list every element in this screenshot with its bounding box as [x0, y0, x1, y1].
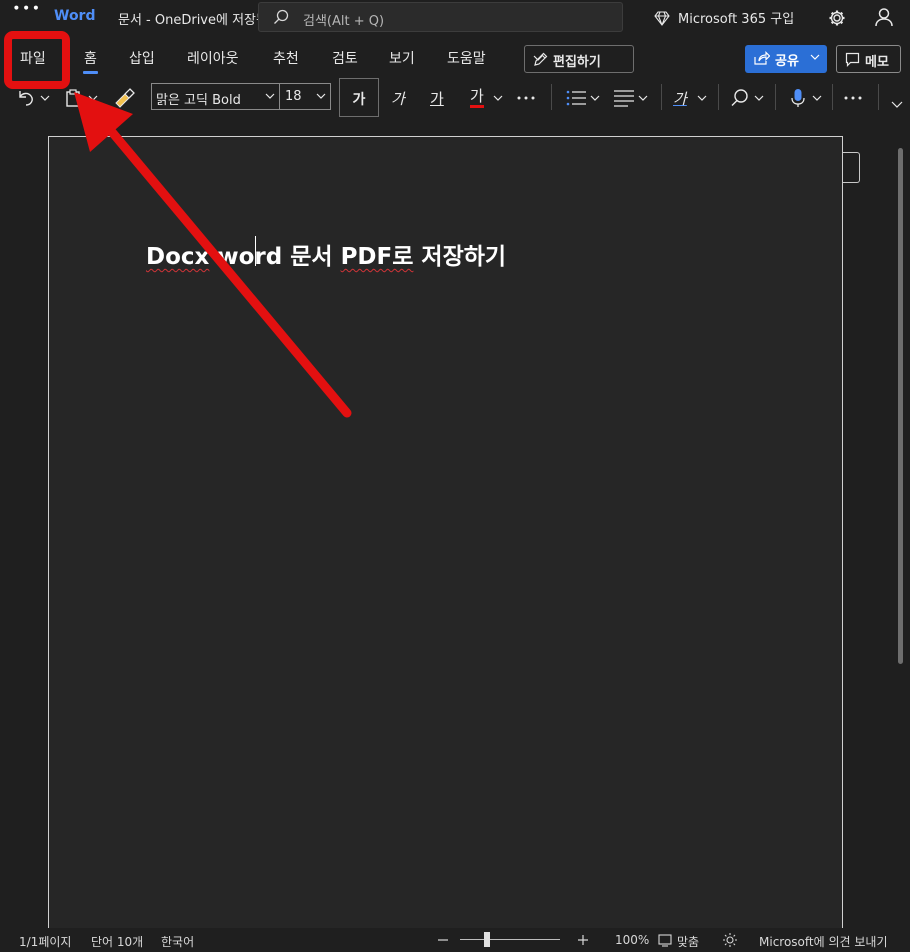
share-icon: [754, 51, 770, 65]
zoom-slider-track[interactable]: [460, 939, 560, 940]
page-side-tab[interactable]: [843, 152, 860, 183]
tab-review[interactable]: 검토: [332, 48, 358, 68]
brightness-icon[interactable]: [723, 933, 737, 947]
comments-button[interactable]: 메모: [836, 45, 901, 73]
fit-button[interactable]: 맞춤: [677, 933, 699, 950]
diamond-icon: [654, 11, 670, 26]
chevron-down-icon[interactable]: [638, 88, 648, 108]
toolbar-divider: [661, 84, 662, 110]
find-icon[interactable]: [730, 88, 750, 108]
chevron-down-icon: [810, 54, 820, 60]
format-painter-icon[interactable]: [113, 88, 135, 108]
font-size-select[interactable]: 18: [279, 83, 331, 110]
buy-m365-button[interactable]: Microsoft 365 구입: [654, 8, 794, 27]
word-count[interactable]: 단어 10개: [91, 933, 143, 950]
zoom-in-icon[interactable]: [577, 934, 589, 946]
heading-word-pdf: PDF로: [340, 244, 414, 270]
zoom-out-icon[interactable]: [437, 934, 449, 946]
feedback-link[interactable]: Microsoft에 의견 보내기: [759, 933, 887, 950]
fit-icon: [658, 934, 672, 947]
comments-label: 메모: [865, 55, 889, 70]
app-launcher-icon[interactable]: ∙∙∙: [12, 1, 40, 15]
styles-button[interactable]: 가: [673, 88, 687, 109]
chevron-down-icon[interactable]: [697, 88, 707, 108]
toolbar-divider: [551, 84, 552, 110]
chevron-down-icon: [265, 93, 275, 99]
tab-insert[interactable]: 삽입: [129, 48, 155, 68]
toolbar-divider: [775, 84, 776, 110]
document-canvas: Docx word 문서 PDF로 저장하기: [0, 118, 910, 936]
undo-icon[interactable]: [16, 88, 36, 108]
align-icon[interactable]: [613, 88, 635, 108]
chevron-down-icon[interactable]: [493, 88, 503, 108]
title-bar: ∙∙∙ Word 문서 - OneDrive에 저장됨 검색(Alt + Q) …: [0, 0, 910, 36]
buy-m365-label: Microsoft 365 구입: [678, 12, 795, 27]
bullet-list-icon[interactable]: [565, 88, 587, 108]
app-name[interactable]: Word: [54, 8, 96, 24]
annotation-highlight-box: [4, 31, 70, 89]
gear-icon[interactable]: [827, 8, 847, 28]
editing-mode-label: 편집하기: [553, 55, 601, 70]
text-cursor: [255, 236, 256, 266]
heading-word-end: 저장하기: [413, 244, 507, 270]
tab-recommend[interactable]: 추천: [273, 48, 299, 68]
tab-help[interactable]: 도움말: [447, 48, 486, 68]
vertical-scrollbar[interactable]: [898, 148, 903, 664]
chevron-down-icon: [533, 55, 543, 61]
share-label: 공유: [775, 54, 799, 69]
formatting-toolbar: 맑은 고딕 Bold 18 가 가 가 가 가: [0, 78, 910, 118]
document-title[interactable]: 문서 - OneDrive에 저장됨: [118, 9, 263, 28]
chevron-down-icon[interactable]: [812, 88, 822, 108]
heading-word-docx: Docx: [146, 244, 210, 270]
font-name-value: 맑은 고딕 Bold: [156, 93, 241, 108]
search-icon: [274, 9, 289, 24]
font-size-value: 18: [285, 89, 302, 104]
underline-button[interactable]: 가: [430, 88, 444, 109]
heading-word-middle: word 문서: [209, 244, 341, 270]
chevron-down-icon[interactable]: [40, 88, 50, 108]
toolbar-divider: [832, 84, 833, 110]
zoom-slider-thumb[interactable]: [484, 932, 490, 947]
microphone-icon[interactable]: [788, 88, 808, 108]
language[interactable]: 한국어: [161, 933, 194, 950]
italic-button[interactable]: 가: [391, 88, 405, 109]
zoom-level[interactable]: 100%: [615, 933, 649, 947]
bold-button[interactable]: 가: [339, 78, 379, 117]
chevron-down-icon: [316, 93, 326, 99]
comment-icon: [845, 52, 860, 67]
more-options-icon[interactable]: [843, 88, 863, 108]
editing-mode-button[interactable]: 편집하기: [524, 45, 634, 73]
font-name-select[interactable]: 맑은 고딕 Bold: [151, 83, 280, 110]
tab-home[interactable]: 홈: [83, 48, 98, 74]
more-font-options-icon[interactable]: [516, 88, 536, 108]
tab-view[interactable]: 보기: [389, 48, 415, 68]
chevron-down-icon[interactable]: [590, 88, 600, 108]
search-placeholder: 검색(Alt + Q): [303, 14, 385, 29]
chevron-down-icon[interactable]: [88, 88, 98, 108]
document-heading[interactable]: Docx word 문서 PDF로 저장하기: [146, 237, 506, 271]
search-input[interactable]: 검색(Alt + Q): [258, 2, 623, 32]
font-color-button[interactable]: 가: [470, 88, 484, 108]
tab-layout[interactable]: 레이아웃: [187, 48, 239, 68]
share-button[interactable]: 공유: [745, 45, 827, 73]
clipboard-icon[interactable]: [64, 88, 84, 108]
toolbar-divider: [878, 84, 879, 110]
status-bar: 1/1페이지 단어 10개 한국어 100% 맞춤 Microsoft에 의견 …: [0, 928, 910, 952]
ribbon-tabs: 파일 홈 삽입 레이아웃 추천 검토 보기 도움말 편집하기 공유 메모: [0, 36, 910, 78]
toolbar-divider: [718, 84, 719, 110]
chevron-down-icon[interactable]: [754, 88, 764, 108]
account-icon[interactable]: [874, 7, 894, 27]
page-count[interactable]: 1/1페이지: [19, 933, 71, 950]
document-page[interactable]: Docx word 문서 PDF로 저장하기: [48, 136, 843, 936]
expand-ribbon-icon[interactable]: [891, 94, 903, 114]
